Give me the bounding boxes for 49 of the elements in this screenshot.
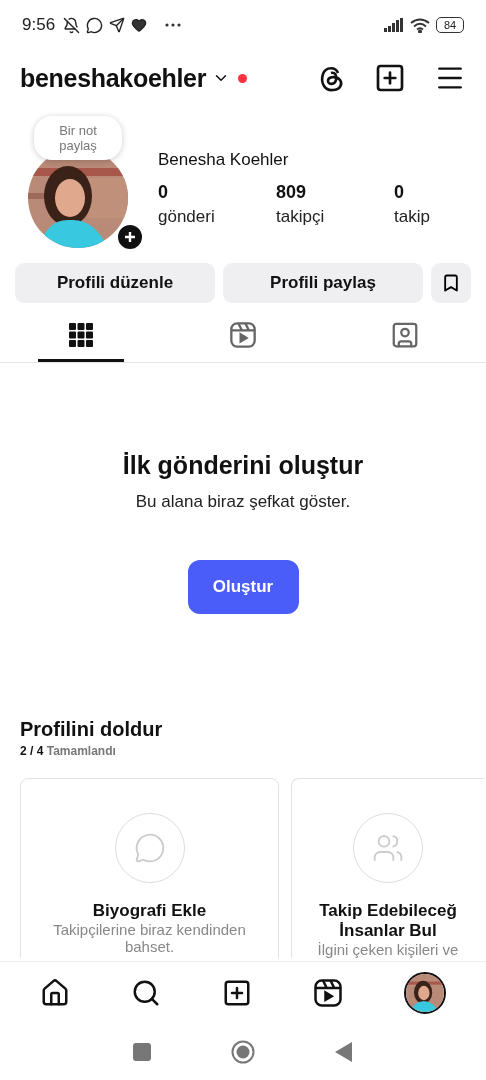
stat-label: takip xyxy=(394,207,431,227)
send-icon xyxy=(109,17,126,33)
empty-title: İlk gönderini oluştur xyxy=(122,451,364,480)
bookmark-button[interactable] xyxy=(431,263,471,303)
card-title: Takip Edebileceğ İnsanlar Bul xyxy=(319,901,457,941)
stat-value: 809 xyxy=(276,182,308,203)
heart-icon xyxy=(131,17,148,33)
back-icon[interactable] xyxy=(335,1042,353,1062)
more-icon xyxy=(165,23,182,27)
card-description: İlgini çeken kişileri ve xyxy=(316,941,460,958)
wifi-icon xyxy=(410,17,430,33)
progress-text: 2 / 4 Tamamlandı xyxy=(20,744,117,758)
stat-value: 0 xyxy=(394,182,405,203)
note-bubble[interactable]: Bir not paylaş xyxy=(34,116,122,160)
plus-icon xyxy=(124,231,136,243)
home-icon xyxy=(40,978,71,1008)
profile-button[interactable]: Profili düzenle xyxy=(15,263,215,303)
empty-subtitle: Bu alana biraz şefkat göster. xyxy=(135,492,351,512)
card-description: Takipçilerine biraz kendinden bahset. xyxy=(52,921,247,955)
create-button[interactable]: Oluştur xyxy=(187,560,299,614)
nav-button[interactable] xyxy=(40,978,71,1008)
create-icon[interactable] xyxy=(374,62,406,94)
stat-label: takipçi xyxy=(276,207,326,227)
display-name: Benesha Koehler xyxy=(158,150,290,170)
stat-value: 0 xyxy=(158,182,169,203)
nav-button[interactable] xyxy=(222,978,252,1008)
username[interactable]: beneshakoehler xyxy=(20,63,207,93)
nav-button[interactable] xyxy=(403,972,446,1014)
people-icon xyxy=(372,832,404,864)
tagged-icon xyxy=(390,320,420,350)
add-story-badge[interactable] xyxy=(116,223,144,251)
suggestion-card[interactable]: Biyografi Ekle Takipçilerine biraz kendinden bahset. xyxy=(20,778,279,958)
speech-bubble-icon xyxy=(133,832,166,864)
nav-button[interactable] xyxy=(312,978,343,1008)
chat-icon xyxy=(86,16,104,34)
signal-icon xyxy=(384,18,404,32)
create-icon xyxy=(222,978,252,1008)
reels-icon xyxy=(229,321,257,349)
home-button-icon[interactable] xyxy=(231,1040,255,1064)
bell-off-icon xyxy=(63,16,81,34)
card-title: Biyografi Ekle xyxy=(92,901,207,921)
battery-icon: 84 xyxy=(436,17,464,33)
bookmark-icon xyxy=(441,273,461,293)
stat-label: gönderi xyxy=(158,207,216,227)
status-time: 9:56 xyxy=(22,15,56,35)
section-title: Profilini doldur xyxy=(20,718,164,741)
reels-icon xyxy=(312,978,343,1008)
profile-button[interactable]: Profili paylaş xyxy=(223,263,423,303)
grid-icon xyxy=(69,323,93,347)
